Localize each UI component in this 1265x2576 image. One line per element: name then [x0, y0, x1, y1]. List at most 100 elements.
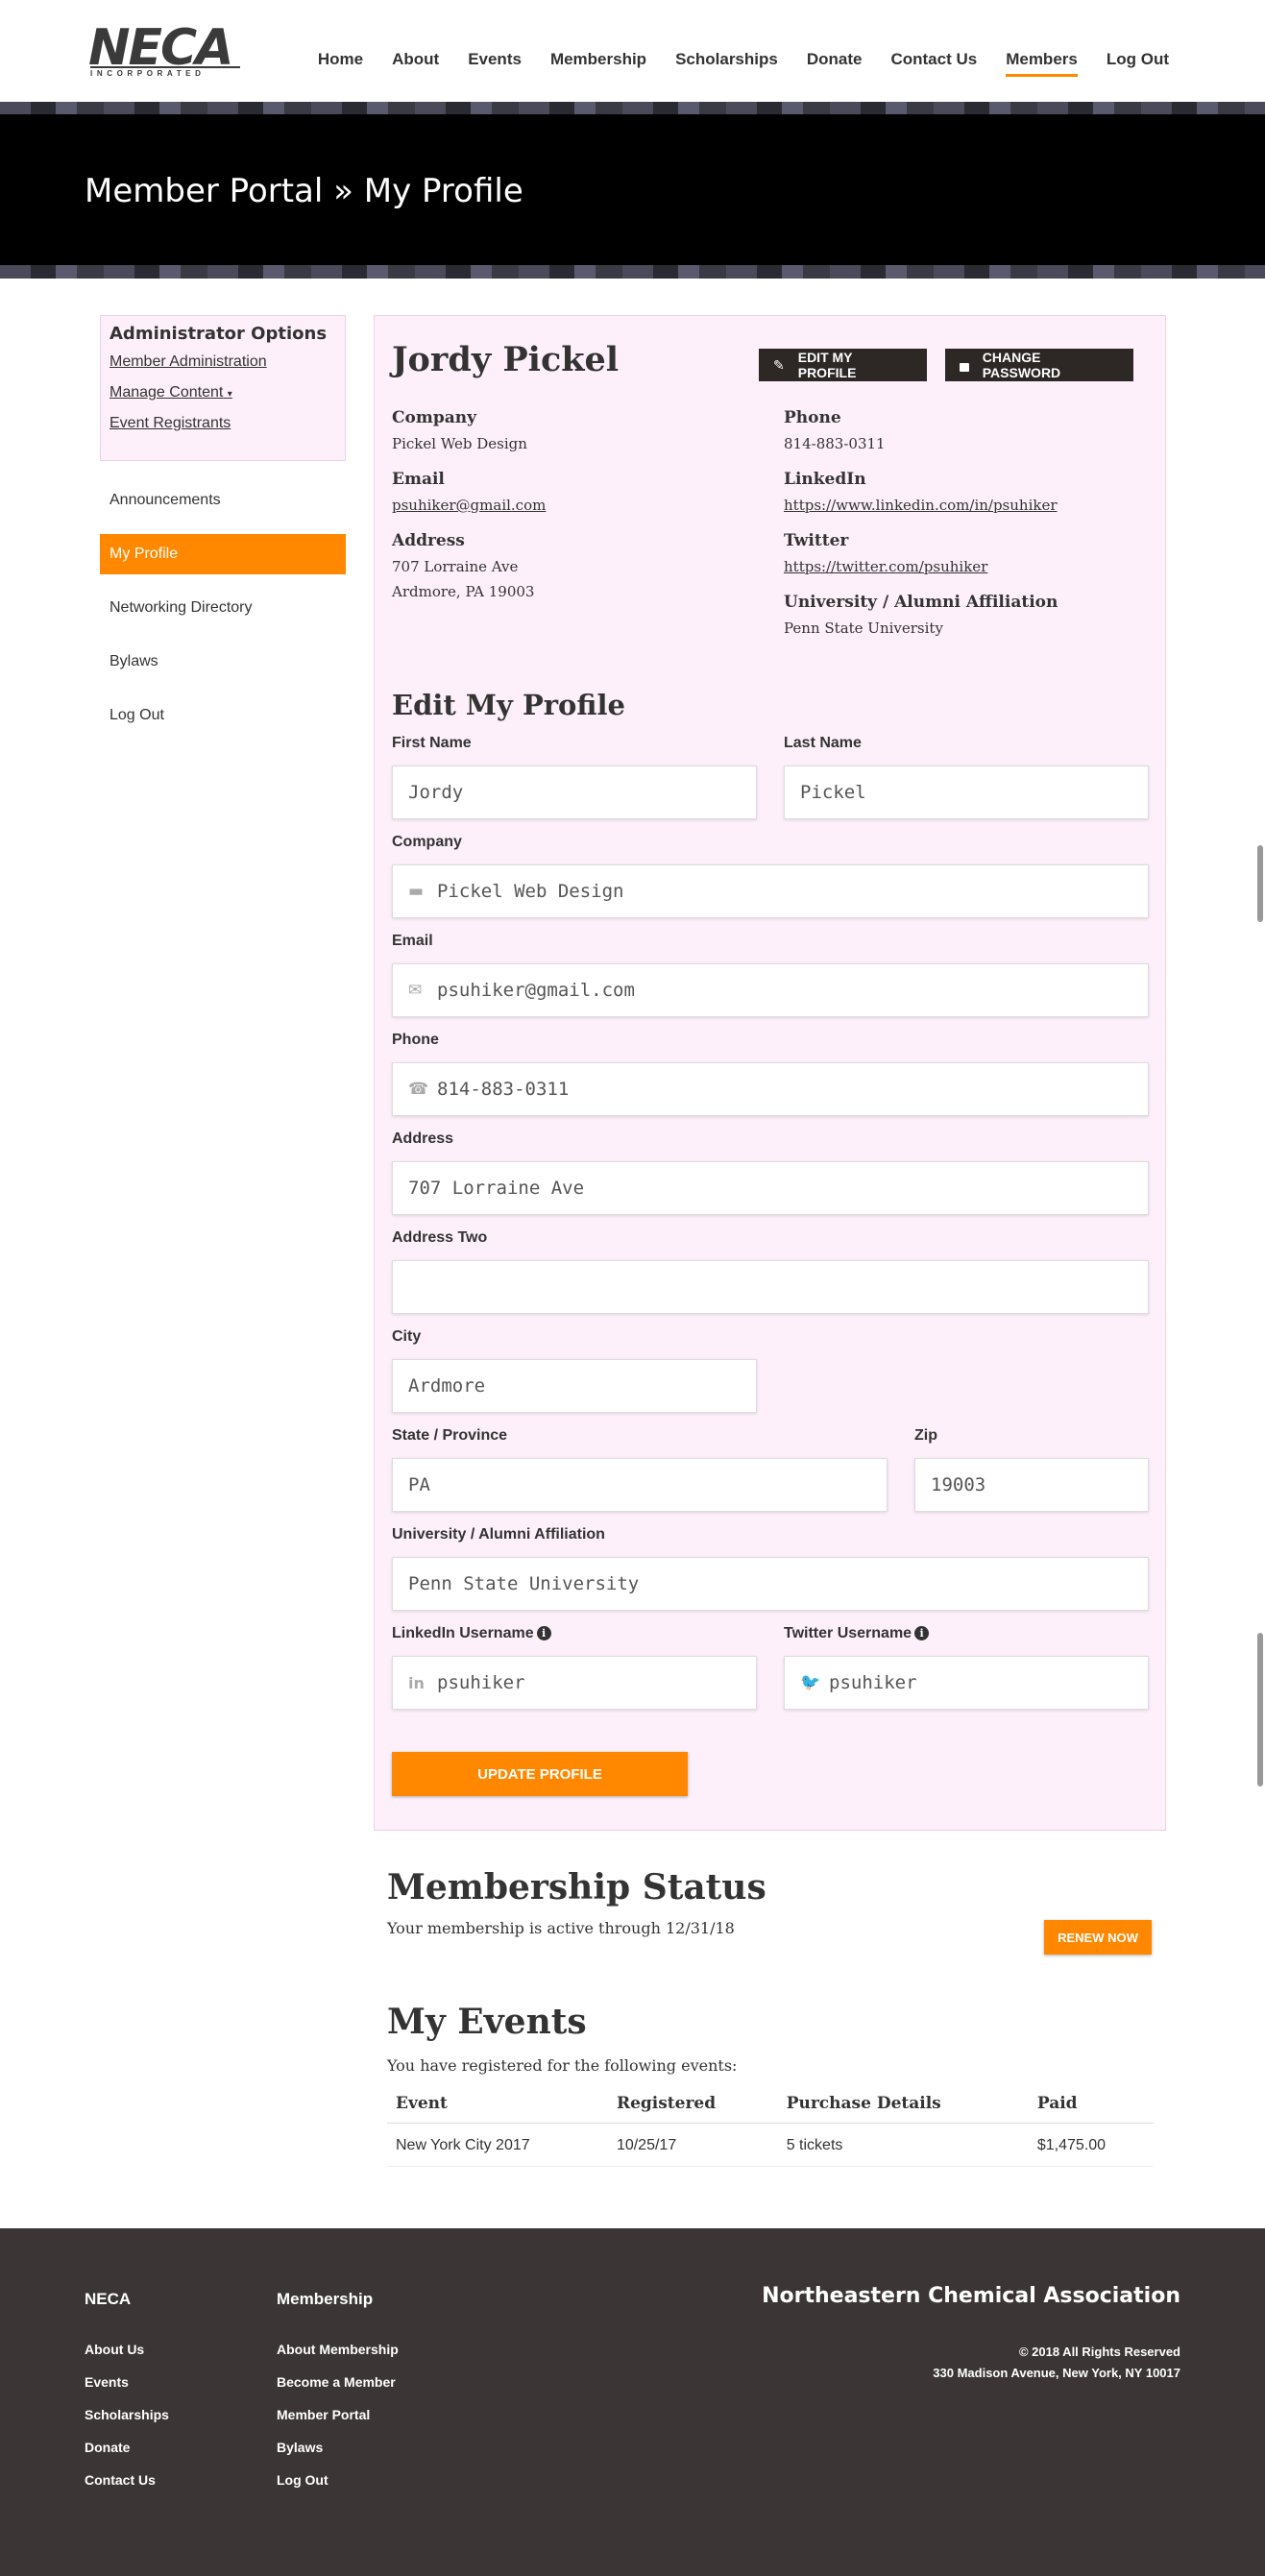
company-value: Pickel Web Design: [392, 435, 527, 452]
sidebar-item-my-profile[interactable]: My Profile: [100, 534, 346, 574]
events-table: Event Registered Purchase Details Paid N…: [387, 2094, 1154, 2167]
scrollbar-thumb[interactable]: [1257, 845, 1263, 922]
sidebar-item-networking-directory[interactable]: Networking Directory: [100, 588, 346, 628]
main-nav: Home About Events Membership Scholarship…: [289, 50, 1169, 77]
footer-events[interactable]: Events: [85, 2374, 169, 2390]
footer-copyright-block: © 2018 All Rights Reserved 330 Madison A…: [933, 2342, 1180, 2384]
address-field-label: Address: [392, 1130, 454, 1147]
email-label: Email: [392, 470, 445, 489]
last-name-input[interactable]: Pickel: [784, 766, 1149, 819]
nav-members[interactable]: Members: [1006, 50, 1078, 77]
admin-options-title: Administrator Options: [109, 324, 328, 344]
info-icon[interactable]: i: [536, 1626, 551, 1640]
nav-log-out[interactable]: Log Out: [1107, 50, 1169, 77]
state-input[interactable]: PA: [392, 1458, 888, 1512]
update-profile-button[interactable]: UPDATE PROFILE: [392, 1752, 688, 1796]
footer-address: 330 Madison Avenue, New York, NY 10017: [933, 2366, 1180, 2380]
banner-stripe-bottom: [0, 265, 1265, 279]
linkedin-username-label: LinkedIn Username i: [392, 1625, 551, 1642]
twitter-link[interactable]: https://twitter.com/psuhiker: [784, 554, 987, 579]
address-line2: Ardmore, PA 19003: [392, 583, 535, 600]
footer-become-member[interactable]: Become a Member: [277, 2374, 399, 2390]
site-header: NECA INCORPORATED Home About Events Memb…: [0, 0, 1265, 102]
city-input[interactable]: Ardmore: [392, 1359, 757, 1413]
edit-profile-label: EDIT MY PROFILE: [797, 350, 857, 380]
info-icon[interactable]: i: [914, 1626, 930, 1640]
twitter-username-label: Twitter Username i: [784, 1625, 930, 1642]
col-paid: Paid: [1028, 2094, 1154, 2124]
email-input[interactable]: ✉ psuhiker@gmail.com: [392, 963, 1149, 1017]
my-events-intro: You have registered for the following ev…: [387, 2056, 738, 2075]
sidebar-item-bylaws[interactable]: Bylaws: [100, 642, 346, 682]
footer-neca-title: NECA: [85, 2290, 132, 2308]
footer-scholarships[interactable]: Scholarships: [85, 2407, 169, 2422]
phone-icon: ☎: [408, 1080, 429, 1099]
footer-about-us[interactable]: About Us: [85, 2342, 169, 2357]
footer-membership-title: Membership: [277, 2290, 374, 2308]
email-link[interactable]: psuhiker@gmail.com: [392, 493, 546, 518]
university-input-value: Penn State University: [408, 1573, 640, 1594]
nav-membership[interactable]: Membership: [550, 50, 646, 77]
linkedin-link[interactable]: https://www.linkedin.com/in/psuhiker: [784, 493, 1058, 518]
twitter-label: Twitter: [784, 531, 849, 550]
state-label: State / Province: [392, 1427, 508, 1444]
address-two-input[interactable]: [392, 1260, 1149, 1314]
nav-contact-us[interactable]: Contact Us: [890, 50, 977, 77]
first-name-input[interactable]: Jordy: [392, 766, 757, 819]
university-input[interactable]: Penn State University: [392, 1557, 1149, 1611]
address-label: Address: [392, 531, 465, 550]
company-label: Company: [392, 408, 476, 427]
footer-log-out[interactable]: Log Out: [277, 2472, 399, 2488]
last-name-label: Last Name: [784, 735, 862, 751]
sidebar-item-announcements[interactable]: Announcements: [100, 480, 346, 521]
manage-content-label: Manage Content: [109, 384, 224, 401]
linkedin-username-value: psuhiker: [437, 1672, 525, 1693]
change-password-button[interactable]: CHANGE PASSWORD: [945, 349, 1133, 381]
caret-down-icon: ▾: [227, 389, 232, 400]
phone-input-value: 814-883-0311: [437, 1079, 570, 1100]
footer-donate[interactable]: Donate: [85, 2440, 169, 2455]
phone-value: 814-883-0311: [784, 435, 886, 452]
email-input-value: psuhiker@gmail.com: [437, 980, 635, 1001]
manage-content-link[interactable]: Manage Content ▾: [109, 384, 336, 401]
event-paid: $1,475.00: [1028, 2123, 1154, 2167]
profile-name: Jordy Pickel: [392, 340, 620, 379]
nav-about[interactable]: About: [392, 50, 439, 77]
renew-now-button[interactable]: RENEW NOW: [1044, 1920, 1152, 1955]
nav-events[interactable]: Events: [468, 50, 522, 77]
footer-member-portal[interactable]: Member Portal: [277, 2407, 399, 2422]
administrator-options: Administrator Options Member Administrat…: [100, 315, 346, 461]
banner-stripe-top: [0, 102, 1265, 115]
sidebar-item-log-out[interactable]: Log Out: [100, 695, 346, 736]
company-input[interactable]: ▬ Pickel Web Design: [392, 864, 1149, 918]
footer-about-membership[interactable]: About Membership: [277, 2342, 399, 2357]
logo-subtext: INCORPORATED: [90, 66, 240, 78]
profile-panel: Jordy Pickel ✎ EDIT MY PROFILE CHANGE PA…: [374, 315, 1166, 1831]
footer-bylaws[interactable]: Bylaws: [277, 2440, 399, 2455]
edit-profile-button[interactable]: ✎ EDIT MY PROFILE: [759, 349, 927, 381]
event-registrants-link[interactable]: Event Registrants: [109, 415, 336, 432]
address-line1: 707 Lorraine Ave: [392, 558, 519, 575]
event-name: New York City 2017: [387, 2123, 608, 2167]
member-administration-link[interactable]: Member Administration: [109, 353, 336, 371]
scrollbar-thumb-secondary[interactable]: [1257, 1633, 1263, 1786]
neca-logo[interactable]: NECA INCORPORATED: [88, 23, 242, 78]
address-input[interactable]: 707 Lorraine Ave: [392, 1161, 1149, 1215]
state-value: PA: [408, 1474, 430, 1495]
twitter-username-text: Twitter Username: [784, 1625, 912, 1641]
nav-donate[interactable]: Donate: [807, 50, 863, 77]
member-sidebar: Announcements My Profile Networking Dire…: [100, 480, 346, 749]
events-header-row: Event Registered Purchase Details Paid: [387, 2094, 1154, 2124]
nav-scholarships[interactable]: Scholarships: [675, 50, 778, 77]
membership-status-heading: Membership Status: [387, 1867, 766, 1908]
phone-input[interactable]: ☎ 814-883-0311: [392, 1062, 1149, 1116]
zip-input[interactable]: 19003: [914, 1458, 1149, 1512]
site-footer: NECA About Us Events Scholarships Donate…: [0, 2228, 1265, 2576]
first-name-value: Jordy: [408, 782, 464, 803]
footer-contact-us[interactable]: Contact Us: [85, 2472, 169, 2488]
last-name-value: Pickel: [800, 782, 866, 803]
twitter-username-input[interactable]: 🐦 psuhiker: [784, 1656, 1149, 1710]
linkedin-username-input[interactable]: in psuhiker: [392, 1656, 757, 1710]
nav-home[interactable]: Home: [318, 50, 363, 77]
company-input-value: Pickel Web Design: [437, 881, 624, 902]
